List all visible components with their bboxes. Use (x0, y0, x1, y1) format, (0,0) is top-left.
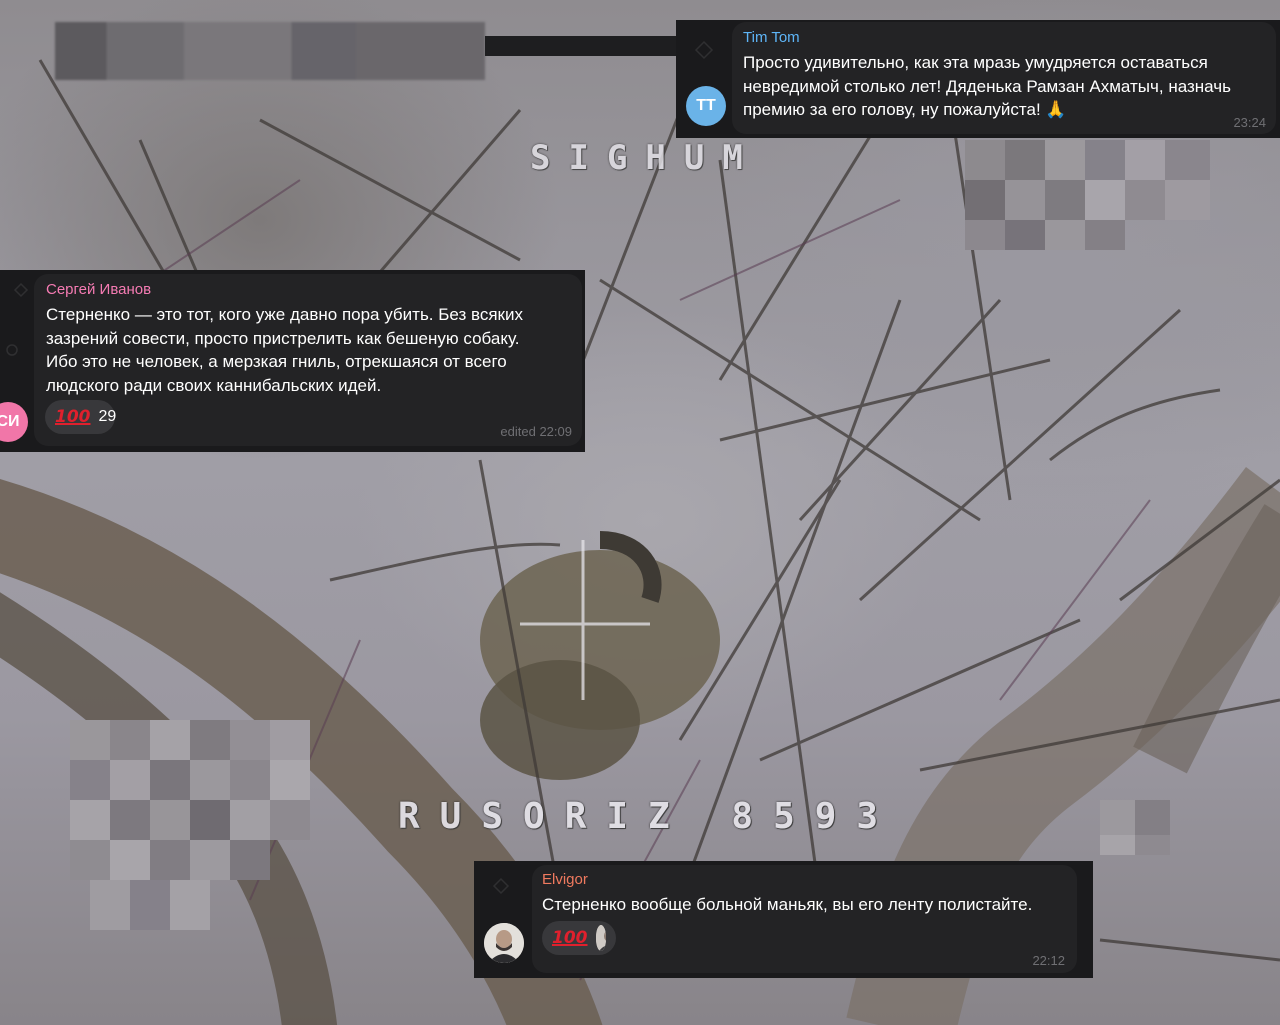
message-time: 23:24 (1233, 115, 1266, 130)
osd-video-id-label: RUSORIZ 8593 (398, 796, 899, 837)
hundred-points-icon: 100 (552, 928, 588, 948)
message-text: Стерненко — это тот, кого уже давно пора… (46, 305, 523, 395)
hundred-points-icon: 100 (55, 407, 91, 427)
message-card-tim-tom: TT Tim Tom Просто удивительно, как эта м… (676, 20, 1280, 138)
osd-callsign-label: SIGHUM (530, 138, 761, 178)
message-text: Стерненко вообще больной маньяк, вы его … (542, 895, 1033, 914)
sender-name[interactable]: Elvigor (542, 871, 588, 888)
message-bubble: Elvigor Стерненко вообще больной маньяк,… (532, 865, 1077, 973)
reaction-count: 29 (98, 408, 117, 425)
reaction-100[interactable]: 100 29 (45, 400, 117, 434)
sender-name[interactable]: Tim Tom (743, 29, 800, 46)
message-text: Просто удивительно, как эта мразь умудря… (743, 53, 1231, 119)
reactor-avatar-icon (595, 925, 606, 951)
censor-pixel-block-small (1100, 800, 1170, 855)
reaction-100[interactable]: 100 (542, 921, 616, 955)
sender-name[interactable]: Сергей Иванов (46, 281, 151, 298)
message-time-edited: edited 22:09 (500, 424, 572, 439)
message-bubble: Tim Tom Просто удивительно, как эта мраз… (732, 22, 1276, 134)
avatar-photo (484, 923, 524, 963)
user-photo-icon[interactable] (484, 923, 524, 963)
message-card-elvigor: Elvigor Стерненко вообще больной маньяк,… (474, 861, 1093, 978)
censored-header-blur (55, 22, 485, 80)
avatar-sergey-ivanov[interactable]: СИ (0, 402, 28, 442)
message-bubble: Сергей Иванов Стерненко — это тот, кого … (34, 274, 582, 446)
censor-pixel-block-right (965, 140, 1210, 250)
avatar-tim-tom[interactable]: TT (686, 86, 726, 126)
message-time: 22:12 (1032, 953, 1065, 968)
message-card-sergey-ivanov: СИ Сергей Иванов Стерненко — это тот, ко… (0, 270, 585, 452)
header-bar (485, 36, 680, 56)
